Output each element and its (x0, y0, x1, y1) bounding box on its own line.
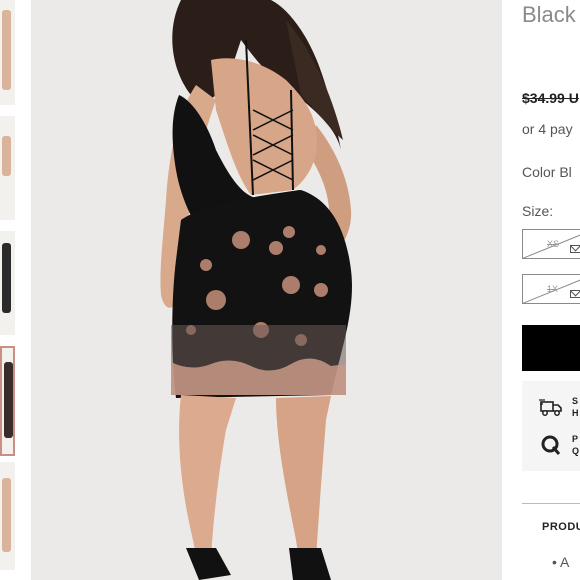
shipping-payment-info: S H P Q (522, 381, 580, 471)
mail-icon (570, 290, 580, 298)
thumbnail-1[interactable] (0, 0, 15, 105)
add-to-bag-button[interactable] (522, 325, 580, 371)
thumbnail-3[interactable] (0, 231, 15, 335)
size-option-xs[interactable]: XS (522, 229, 580, 259)
installments-text: or 4 pay (522, 121, 573, 137)
model-in-dress-illustration (160, 0, 352, 580)
shipping-info-text: S H (572, 395, 579, 419)
shipping-truck-icon (539, 399, 562, 416)
payment-info-text: P Q (572, 433, 579, 457)
product-details-panel: Black $34.99 U or 4 pay Color Bl Size: X… (522, 0, 580, 580)
size-option-1x[interactable]: 1X (522, 274, 580, 304)
size-option-label: XS (547, 239, 560, 249)
thumbnail-strip (0, 0, 18, 580)
thumbnail-5[interactable] (0, 462, 15, 570)
payment-line-2: Q (572, 446, 580, 456)
product-price: $34.99 U (522, 90, 579, 106)
details-bullet-text: A (560, 554, 570, 570)
main-product-image[interactable] (31, 0, 502, 580)
payment-icon (541, 435, 561, 455)
size-option-label: 1X (547, 284, 559, 294)
mail-icon (570, 245, 580, 253)
product-title: Black (522, 2, 576, 27)
shipping-line-2: H (572, 408, 579, 418)
payment-line-1: P (572, 434, 579, 444)
details-bullet-item: • A (552, 554, 570, 570)
section-divider (522, 503, 580, 504)
color-label: Color Bl (522, 164, 572, 180)
shipping-line-1: S (572, 396, 579, 406)
thumbnail-2[interactable] (0, 116, 15, 220)
thumbnail-4-selected[interactable] (0, 346, 15, 456)
product-details-heading[interactable]: PRODU (542, 521, 580, 533)
size-label: Size: (522, 203, 554, 219)
